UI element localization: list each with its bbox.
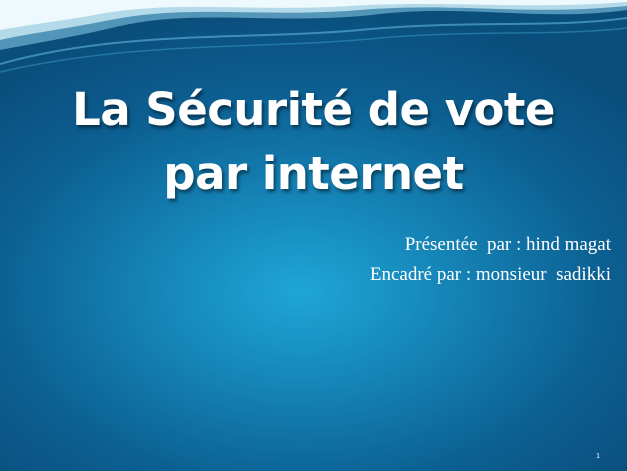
slide-title-line-2: par internet bbox=[163, 147, 464, 200]
slide-number: 1 bbox=[596, 453, 600, 460]
slide: La Sécurité de vote par internet Présent… bbox=[0, 0, 627, 471]
slide-title-line-1: La Sécurité de vote bbox=[72, 83, 555, 136]
slide-title: La Sécurité de vote par internet bbox=[0, 78, 627, 206]
presenter-line: Présentée par : hind magat bbox=[404, 234, 611, 255]
decorative-wave-header bbox=[0, 0, 627, 73]
supervisor-line: Encadré par : monsieur sadikki bbox=[369, 264, 611, 285]
slide-subtitle: Présentée par : hind magat Encadré par :… bbox=[370, 230, 611, 290]
